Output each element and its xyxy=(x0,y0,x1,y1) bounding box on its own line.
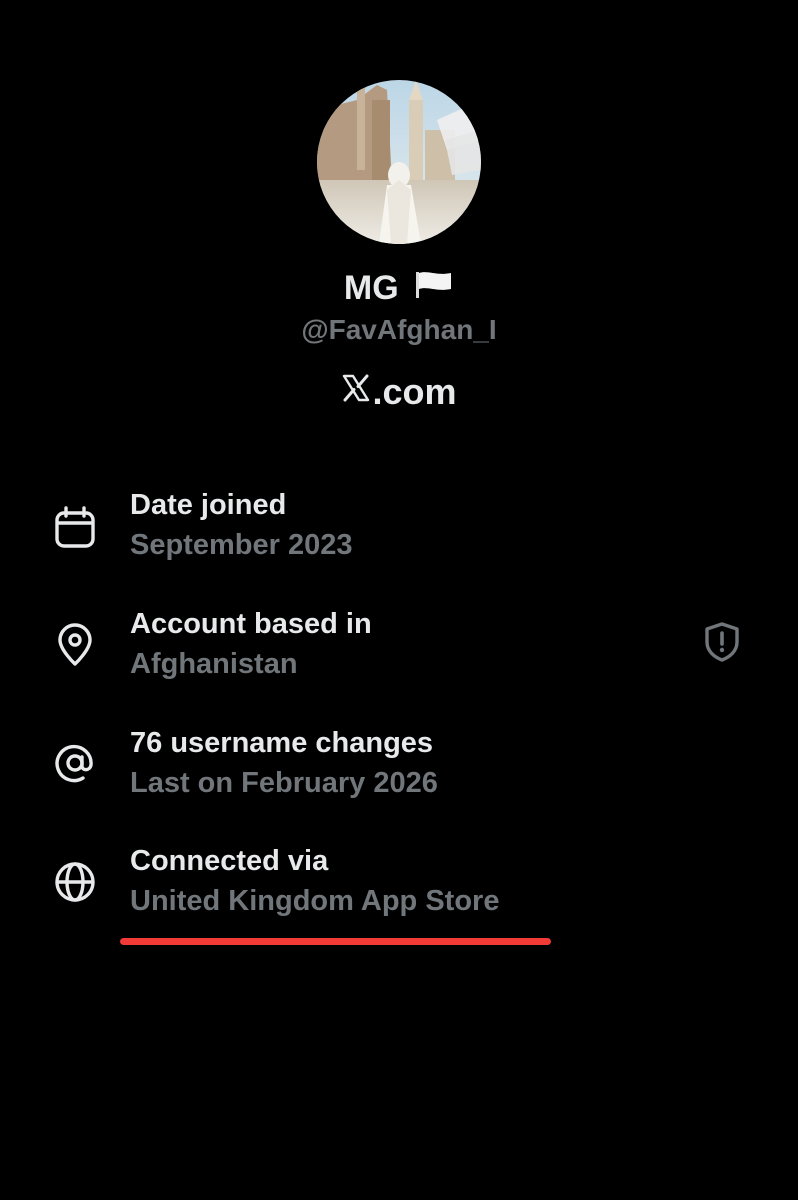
account-location-row: Account based in Afghanistan xyxy=(0,606,798,696)
at-sign-icon xyxy=(52,740,98,786)
connected-via-row: Connected via United Kingdom App Store xyxy=(0,843,798,933)
x-logo-icon xyxy=(341,369,371,413)
date-joined-label: Date joined xyxy=(130,489,287,521)
location-pin-icon xyxy=(52,622,98,668)
account-based-value: Afghanistan xyxy=(130,648,298,680)
connected-via-value: United Kingdom App Store xyxy=(130,885,500,917)
red-underline-annotation xyxy=(120,938,551,945)
shield-alert-icon[interactable] xyxy=(700,620,744,664)
date-joined-row: Date joined September 2023 xyxy=(0,487,798,577)
globe-icon xyxy=(52,859,98,905)
white-flag-icon xyxy=(414,267,454,307)
display-name: MG xyxy=(0,268,798,308)
profile-avatar[interactable] xyxy=(317,80,481,244)
profile-handle: @FavAfghan_I xyxy=(301,314,497,345)
username-changes-label: 76 username changes xyxy=(130,727,434,759)
account-based-label: Account based in xyxy=(130,608,372,640)
profile-photo xyxy=(317,80,481,244)
username-changes-value: Last on February 2026 xyxy=(130,767,438,799)
site-link[interactable]: .com xyxy=(0,370,798,414)
display-name-text: MG xyxy=(343,269,399,307)
site-text: .com xyxy=(372,371,457,412)
date-joined-value: September 2023 xyxy=(130,529,353,561)
calendar-icon xyxy=(52,506,98,552)
connected-via-label: Connected via xyxy=(130,845,329,877)
username-changes-row: 76 username changes Last on February 202… xyxy=(0,725,798,815)
